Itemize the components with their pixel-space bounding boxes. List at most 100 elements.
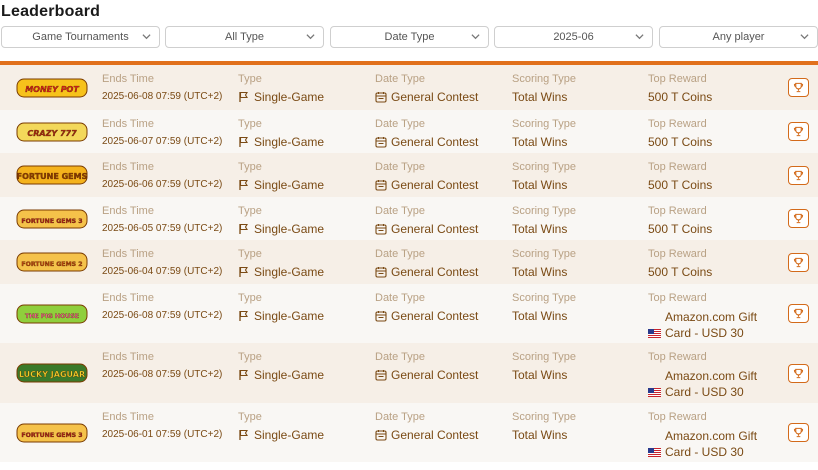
date-type-label: Date Type	[375, 118, 425, 130]
type-label: Type	[238, 248, 262, 260]
game-name: FORTUNE GEMS 3	[21, 218, 82, 225]
leaderboard-row[interactable]: FORTUNE GEMS 2 Ends Time 2025-06-04 07:59 …	[0, 240, 818, 284]
game-name: MONEY POT	[25, 85, 79, 94]
leaderboard-row[interactable]: LUCKY JAGUAR Ends Time 2025-06-08 07:59 (U…	[0, 343, 818, 403]
game-logo: FORTUNE GEMS 3	[13, 420, 91, 446]
trophy-icon	[793, 82, 804, 93]
date-type-text: General Contest	[391, 135, 479, 149]
trophy-icon	[793, 427, 804, 438]
top-reward-value: Amazon.com Gift Card - USD 30	[648, 428, 788, 460]
scoring-type-value: Total Wins	[512, 428, 568, 442]
trophy-icon	[793, 257, 804, 267]
type-text: Single-Game	[254, 265, 325, 279]
game-logo-image: MONEY POT	[16, 78, 88, 97]
ends-time-label: Ends Time	[102, 248, 154, 260]
trophy-icon	[793, 170, 804, 180]
game-logo-image: FORTUNE GEMS	[16, 165, 88, 185]
filter-label: 2025-06	[553, 31, 594, 43]
type-label: Type	[238, 351, 262, 363]
type-text: Single-Game	[254, 222, 325, 236]
type-label: Type	[238, 118, 262, 130]
date-type-text: General Contest	[391, 428, 479, 442]
type-label: Type	[238, 73, 262, 85]
chevron-down-icon	[800, 34, 809, 40]
game-logo: MONEY POT	[13, 75, 91, 101]
leaderboard-details-button[interactable]	[788, 122, 809, 141]
game-logo-image: THE PIG HOUSE	[16, 304, 88, 323]
ends-time-value: 2025-06-05 07:59 (UTC+2)	[102, 223, 223, 234]
trophy-icon	[793, 308, 804, 319]
type-text: Single-Game	[254, 428, 325, 442]
top-reward-label: Top Reward	[648, 118, 707, 130]
filter-game-tournaments[interactable]: Game Tournaments	[1, 26, 160, 48]
game-logo: FORTUNE GEMS 3	[13, 206, 91, 232]
reward-line-2-wrap: Card - USD 30	[648, 444, 788, 460]
game-logo: THE PIG HOUSE	[13, 301, 91, 327]
chevron-down-icon	[142, 34, 151, 40]
filter-bar: Game Tournaments All Type Date Type 2025…	[1, 26, 818, 50]
reward-line-1: Amazon.com Gift	[665, 369, 758, 383]
top-reward-value: 500 T Coins	[648, 135, 713, 149]
calendar-icon	[375, 430, 387, 441]
leaderboard-details-button[interactable]	[788, 252, 809, 272]
scoring-type-label: Scoring Type	[512, 73, 577, 85]
date-type-label: Date Type	[375, 351, 425, 363]
ends-time-value: 2025-06-07 07:59 (UTC+2)	[102, 136, 223, 147]
trophy-icon	[793, 126, 804, 137]
leaderboard-row[interactable]: FORTUNE GEMS Ends Time 2025-06-06 07:59 (U…	[0, 153, 818, 197]
leaderboard-row[interactable]: FORTUNE GEMS 3 Ends Time 2025-06-01 07:59 …	[0, 403, 818, 462]
date-type-value: General Contest	[375, 309, 478, 323]
calendar-icon	[375, 180, 387, 191]
filter-label: Any player	[712, 31, 765, 43]
top-reward-label: Top Reward	[648, 73, 707, 85]
date-type-value: General Contest	[375, 135, 478, 149]
leaderboard-row[interactable]: MONEY POT Ends Time 2025-06-08 07:59 (UTC+…	[0, 65, 818, 110]
scoring-type-value: Total Wins	[512, 222, 568, 236]
leaderboard-details-button[interactable]	[788, 165, 809, 185]
scoring-type-value: Total Wins	[512, 90, 568, 104]
type-value: Single-Game	[238, 90, 324, 104]
flag-icon	[239, 310, 248, 321]
game-logo: FORTUNE GEMS	[13, 162, 91, 188]
top-reward-label: Top Reward	[648, 351, 707, 363]
date-type-value: General Contest	[375, 90, 478, 104]
leaderboard-details-button[interactable]	[788, 304, 809, 323]
filter-player[interactable]: Any player	[659, 26, 818, 48]
calendar-icon	[375, 92, 387, 103]
leaderboard-row[interactable]: CRAZY 777 Ends Time 2025-06-07 07:59 (UTC+…	[0, 110, 818, 153]
game-logo-image: LUCKY JAGUAR	[16, 363, 88, 383]
date-type-label: Date Type	[375, 161, 425, 173]
leaderboard-row[interactable]: THE PIG HOUSE Ends Time 2025-06-08 07:59 (…	[0, 284, 818, 343]
leaderboard-details-button[interactable]	[788, 209, 809, 228]
filter-label: All Type	[225, 31, 264, 43]
game-logo-image: CRAZY 777	[16, 122, 88, 141]
date-type-text: General Contest	[391, 309, 479, 323]
chevron-down-icon	[471, 34, 480, 40]
game-name: FORTUNE GEMS	[17, 172, 88, 181]
us-flag-icon	[648, 447, 661, 457]
ends-time-label: Ends Time	[102, 351, 154, 363]
leaderboard-details-button[interactable]	[788, 363, 809, 383]
leaderboard-row[interactable]: FORTUNE GEMS 3 Ends Time 2025-06-05 07:59 …	[0, 197, 818, 240]
scoring-type-label: Scoring Type	[512, 292, 577, 304]
date-type-value: General Contest	[375, 265, 478, 279]
reward-line-2: Card - USD 30	[665, 385, 744, 399]
date-type-value: General Contest	[375, 222, 478, 236]
type-text: Single-Game	[254, 309, 325, 323]
filter-date-type[interactable]: Date Type	[330, 26, 489, 48]
date-type-label: Date Type	[375, 205, 425, 217]
filter-month[interactable]: 2025-06	[494, 26, 653, 48]
date-type-text: General Contest	[391, 178, 479, 192]
date-type-label: Date Type	[375, 292, 425, 304]
filter-type[interactable]: All Type	[165, 26, 324, 48]
leaderboard-details-button[interactable]	[788, 423, 809, 442]
game-logo: CRAZY 777	[13, 119, 91, 145]
flag-icon	[239, 223, 248, 234]
page-title: Leaderboard	[1, 3, 101, 20]
type-label: Type	[238, 205, 262, 217]
calendar-icon	[375, 311, 387, 322]
leaderboard-details-button[interactable]	[788, 78, 809, 97]
chevron-down-icon	[306, 34, 315, 40]
flag-icon	[239, 429, 248, 440]
chevron-down-icon	[635, 34, 644, 40]
